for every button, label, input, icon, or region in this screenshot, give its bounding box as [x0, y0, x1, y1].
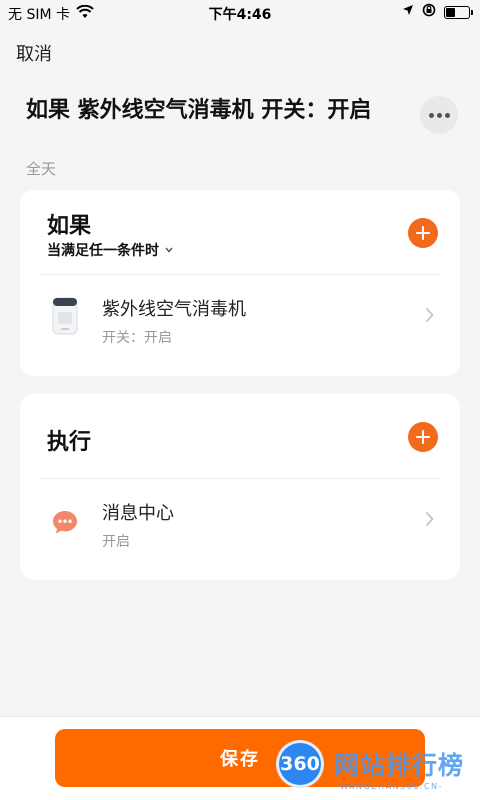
- air-purifier-icon: [52, 297, 78, 339]
- action-item[interactable]: 消息中心 开启: [20, 479, 460, 579]
- more-dot: [444, 112, 450, 118]
- condition-item[interactable]: 紫外线空气消毒机 开关：开启: [20, 275, 460, 375]
- action-card: 执行 消息中心 开启: [20, 394, 460, 580]
- condition-item-title: 紫外线空气消毒机: [102, 299, 246, 320]
- scene-title[interactable]: 如果 紫外线空气消毒机 开关：开启: [26, 96, 386, 126]
- cancel-button[interactable]: 取消: [16, 40, 52, 66]
- battery-level: [446, 7, 456, 17]
- condition-item-subtitle: 开关：开启: [102, 330, 172, 346]
- watermark-badge: 360: [276, 740, 324, 788]
- battery-icon: [444, 5, 473, 19]
- condition-mode-selector[interactable]: 当满足任一条件时: [47, 240, 173, 260]
- chevron-down-icon: [165, 245, 173, 256]
- orientation-lock-icon: [422, 3, 436, 21]
- action-item-subtitle: 开启: [102, 534, 130, 550]
- watermark-url: -WANGZHAN360.CN-: [336, 782, 443, 791]
- watermark-logo: 360 网站排行榜 -WANGZHAN360.CN-: [270, 736, 480, 800]
- add-condition-button[interactable]: [408, 218, 438, 248]
- action-item-title: 消息中心: [102, 503, 174, 524]
- action-heading: 执行: [47, 430, 92, 455]
- condition-mode-label: 当满足任一条件时: [47, 243, 159, 259]
- more-dot: [436, 112, 442, 118]
- chevron-right-icon: [425, 307, 434, 327]
- scene-schedule[interactable]: 全天: [26, 158, 56, 179]
- watermark-name: 网站排行榜: [334, 751, 465, 780]
- condition-card: 如果 当满足任一条件时 紫外线空气消毒机 开关：开启: [20, 190, 460, 376]
- status-bar: 无 SIM 卡 下午4:46: [0, 0, 480, 24]
- condition-heading: 如果: [47, 214, 92, 239]
- more-options-button[interactable]: [420, 96, 458, 134]
- chevron-right-icon: [425, 511, 434, 531]
- status-right: [402, 3, 473, 21]
- message-bubble-icon: [52, 501, 78, 539]
- more-dots-icon: [428, 112, 434, 118]
- location-arrow-icon: [402, 4, 414, 20]
- add-action-button[interactable]: [408, 422, 438, 452]
